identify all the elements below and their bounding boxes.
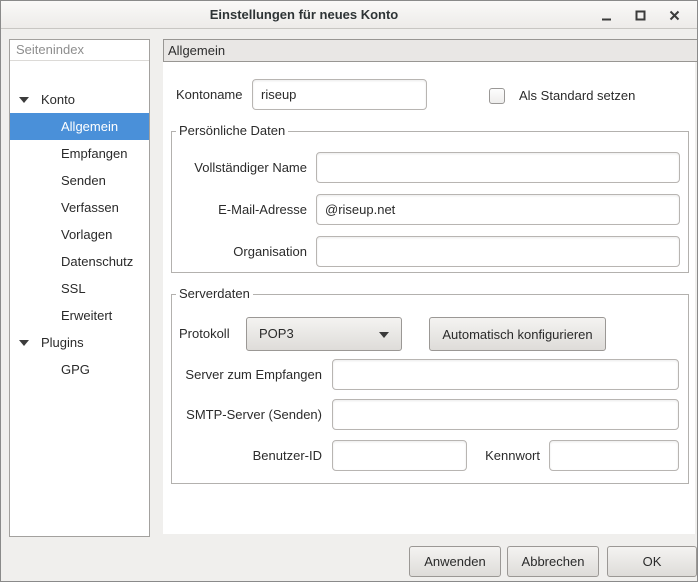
minimize-button[interactable] (589, 1, 623, 29)
sidebar-item-label: Senden (61, 173, 106, 188)
user-id-input[interactable] (332, 440, 467, 471)
personal-data-frame: Persönliche Daten Vollständiger Name E-M… (171, 131, 689, 273)
receive-server-label: Server zum Empfangen (172, 367, 322, 383)
window-title: Einstellungen für neues Konto (1, 1, 607, 29)
close-icon (669, 10, 680, 21)
kontoname-input[interactable] (252, 79, 427, 110)
email-input[interactable] (316, 194, 680, 225)
full-name-input[interactable] (316, 152, 680, 183)
sidebar-item-konto[interactable]: Konto (10, 86, 149, 113)
sidebar-item-gpg[interactable]: GPG (10, 356, 149, 383)
password-input[interactable] (549, 440, 679, 471)
default-checkbox-label: Als Standard setzen (519, 88, 635, 104)
content-panel: Kontoname Als Standard setzen Persönlich… (163, 62, 695, 534)
sidebar-item-ssl[interactable]: SSL (10, 275, 149, 302)
sidebar-item-label: Erweitert (61, 308, 112, 323)
sidebar-item-label: Allgemein (61, 119, 118, 134)
chevron-down-icon (379, 332, 389, 338)
receive-server-input[interactable] (332, 359, 679, 390)
server-data-frame: Serverdaten Protokoll POP3 Automatisch k… (171, 294, 689, 484)
sidebar-item-label: GPG (61, 362, 90, 377)
sidebar-item-label: Verfassen (61, 200, 119, 215)
sidebar-item-datenschutz[interactable]: Datenschutz (10, 248, 149, 275)
email-label: E-Mail-Adresse (172, 202, 307, 218)
kontoname-label: Kontoname (176, 87, 243, 103)
apply-button[interactable]: Anwenden (409, 546, 501, 577)
smtp-server-input[interactable] (332, 399, 679, 430)
organisation-label: Organisation (172, 244, 307, 260)
sidebar-item-verfassen[interactable]: Verfassen (10, 194, 149, 221)
minimize-icon (601, 10, 612, 21)
maximize-icon (635, 10, 646, 21)
ok-button[interactable]: OK (607, 546, 697, 577)
full-name-label: Vollständiger Name (172, 160, 307, 176)
sidebar-item-senden[interactable]: Senden (10, 167, 149, 194)
default-checkbox[interactable] (489, 88, 505, 104)
sidebar-item-label: SSL (61, 281, 86, 296)
personal-data-legend: Persönliche Daten (176, 123, 288, 139)
sidebar-item-label: Empfangen (61, 146, 128, 161)
protocol-label: Protokoll (179, 326, 230, 342)
page-index-header: Seitenindex (10, 40, 149, 61)
sidebar-item-plugins[interactable]: Plugins (10, 329, 149, 356)
sidebar-item-label: Plugins (41, 335, 84, 350)
sidebar-item-label: Datenschutz (61, 254, 133, 269)
sidebar-item-label: Vorlagen (61, 227, 112, 242)
account-settings-dialog: Einstellungen für neues Konto Seiteninde… (0, 0, 698, 582)
expander-down-icon[interactable] (19, 340, 29, 346)
sidebar-item-vorlagen[interactable]: Vorlagen (10, 221, 149, 248)
password-label: Kennwort (470, 448, 540, 464)
user-id-label: Benutzer-ID (172, 448, 322, 464)
smtp-server-label: SMTP-Server (Senden) (172, 407, 322, 423)
window-controls (589, 1, 691, 29)
page-title: Allgemein (163, 39, 698, 62)
close-button[interactable] (657, 1, 691, 29)
server-data-legend: Serverdaten (176, 286, 253, 302)
protocol-select[interactable]: POP3 (246, 317, 402, 351)
auto-configure-button[interactable]: Automatisch konfigurieren (429, 317, 606, 351)
page-index-tree: Konto Allgemein Empfangen Senden Verfass… (10, 62, 149, 536)
organisation-input[interactable] (316, 236, 680, 267)
sidebar-item-empfangen[interactable]: Empfangen (10, 140, 149, 167)
sidebar-item-erweitert[interactable]: Erweitert (10, 302, 149, 329)
titlebar: Einstellungen für neues Konto (1, 1, 697, 29)
cancel-button[interactable]: Abbrechen (507, 546, 599, 577)
maximize-button[interactable] (623, 1, 657, 29)
page-index-panel: Seitenindex Konto Allgemein Empfangen Se… (9, 39, 150, 537)
sidebar-item-label: Konto (41, 92, 75, 107)
sidebar-item-allgemein[interactable]: Allgemein (10, 113, 149, 140)
expander-down-icon[interactable] (19, 97, 29, 103)
protocol-selected-value: POP3 (259, 318, 294, 350)
